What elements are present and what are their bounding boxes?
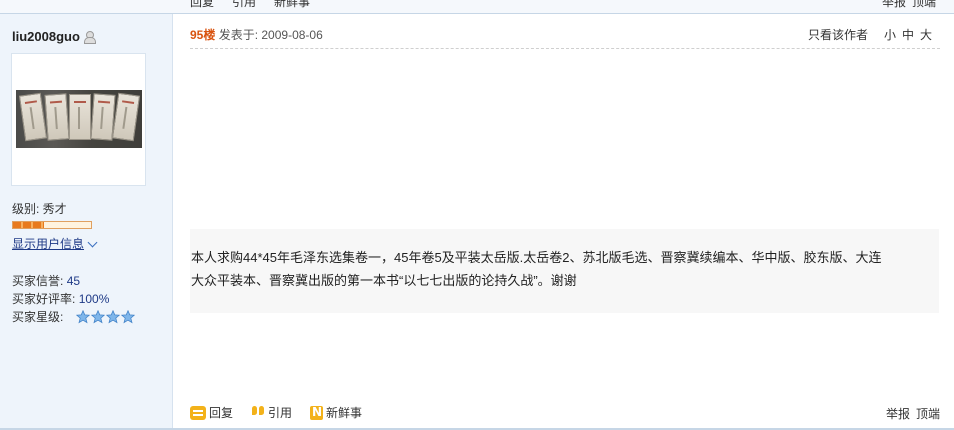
buyer-star-rating <box>76 310 135 324</box>
only-author-link[interactable]: 只看该作者 <box>808 26 868 43</box>
font-size-large[interactable]: 大 <box>920 26 932 43</box>
previous-top-button[interactable]: 顶端 <box>912 0 936 10</box>
header-divider <box>190 48 940 49</box>
post-action-bar: 回复 引用 新鲜事 <box>190 404 362 421</box>
font-size-small[interactable]: 小 <box>884 26 896 43</box>
post-date: 发表于: 2009-08-06 <box>218 28 323 42</box>
previous-quote-button[interactable]: 引用 <box>232 0 256 10</box>
previous-post-action-strip: 回复 引用 新鲜事 举报 顶端 <box>0 0 954 14</box>
quote-icon <box>251 405 265 420</box>
show-user-info-label: 显示用户信息 <box>12 237 85 251</box>
report-button[interactable]: 举报 <box>886 405 910 422</box>
book-shape <box>18 92 48 142</box>
reply-icon <box>190 405 206 420</box>
font-size-medium[interactable]: 中 <box>902 26 914 43</box>
previous-post-actions: 回复 引用 新鲜事 <box>190 0 310 10</box>
news-icon <box>310 405 324 420</box>
star-icon <box>76 310 90 324</box>
avatar-image <box>16 90 142 148</box>
reply-button[interactable]: 回复 <box>190 404 233 421</box>
buyer-credit-label: 买家信誉: <box>12 274 64 288</box>
avatar[interactable] <box>11 53 146 186</box>
post-tools: 只看该作者 小 中 大 <box>808 26 932 43</box>
show-user-info-link[interactable]: 显示用户信息 <box>12 235 98 252</box>
back-to-top-button[interactable]: 顶端 <box>916 405 940 422</box>
news-button[interactable]: 新鲜事 <box>310 404 362 421</box>
post-header: 95楼 发表于: 2009-08-06 <box>190 26 323 43</box>
quote-button[interactable]: 引用 <box>251 404 292 421</box>
quote-label: 引用 <box>268 406 293 420</box>
news-label: 新鲜事 <box>326 406 363 420</box>
star-icon <box>106 310 120 324</box>
previous-post-right-actions: 举报 顶端 <box>882 0 936 10</box>
level-progress-bar <box>12 221 92 229</box>
buyer-credit: 买家信誉: 45 <box>12 272 80 289</box>
post-body-line: 大众平装本、晋察冀出版的第一本书“以七七出版的论持久战”。谢谢 <box>191 273 577 288</box>
chevron-down-icon <box>87 237 98 247</box>
reply-label: 回复 <box>209 406 234 420</box>
previous-reply-button[interactable]: 回复 <box>190 0 214 10</box>
username-row: liu2008guo <box>12 29 96 44</box>
previous-report-button[interactable]: 举报 <box>882 0 906 10</box>
post-body: 本人求购44*45年毛泽东选集卷一，45年卷5及平装太岳版.太岳卷2、苏北版毛选… <box>190 229 939 313</box>
previous-news-button[interactable]: 新鲜事 <box>274 0 310 10</box>
post-body-line: 本人求购44*45年毛泽东选集卷一，45年卷5及平装太岳版.太岳卷2、苏北版毛选… <box>191 250 882 265</box>
post-right-actions: 举报 顶端 <box>886 405 940 422</box>
book-shape <box>111 92 141 142</box>
floor-number: 95楼 <box>190 28 216 42</box>
user-level: 级别: 秀才 <box>12 202 67 216</box>
level-progress-fill <box>13 222 45 228</box>
star-icon <box>91 310 105 324</box>
buyer-star-level: 买家星级: <box>12 308 63 325</box>
buyer-credit-value: 45 <box>66 274 81 288</box>
offline-user-icon <box>83 30 96 44</box>
star-icon <box>121 310 135 324</box>
buyer-positive-rate: 买家好评率: 100% <box>12 290 109 307</box>
buyer-positive-rate-value: 100% <box>78 292 110 306</box>
buyer-positive-rate-label: 买家好评率: <box>12 292 76 306</box>
book-shape <box>44 93 70 141</box>
user-sidebar: liu2008guo 级别: 秀才 显示用户信息 买家信誉: 45 买家好评率:… <box>0 14 173 430</box>
buyer-star-level-label: 买家星级: <box>12 310 64 324</box>
username[interactable]: liu2008guo <box>12 29 80 44</box>
book-shape <box>69 94 91 140</box>
